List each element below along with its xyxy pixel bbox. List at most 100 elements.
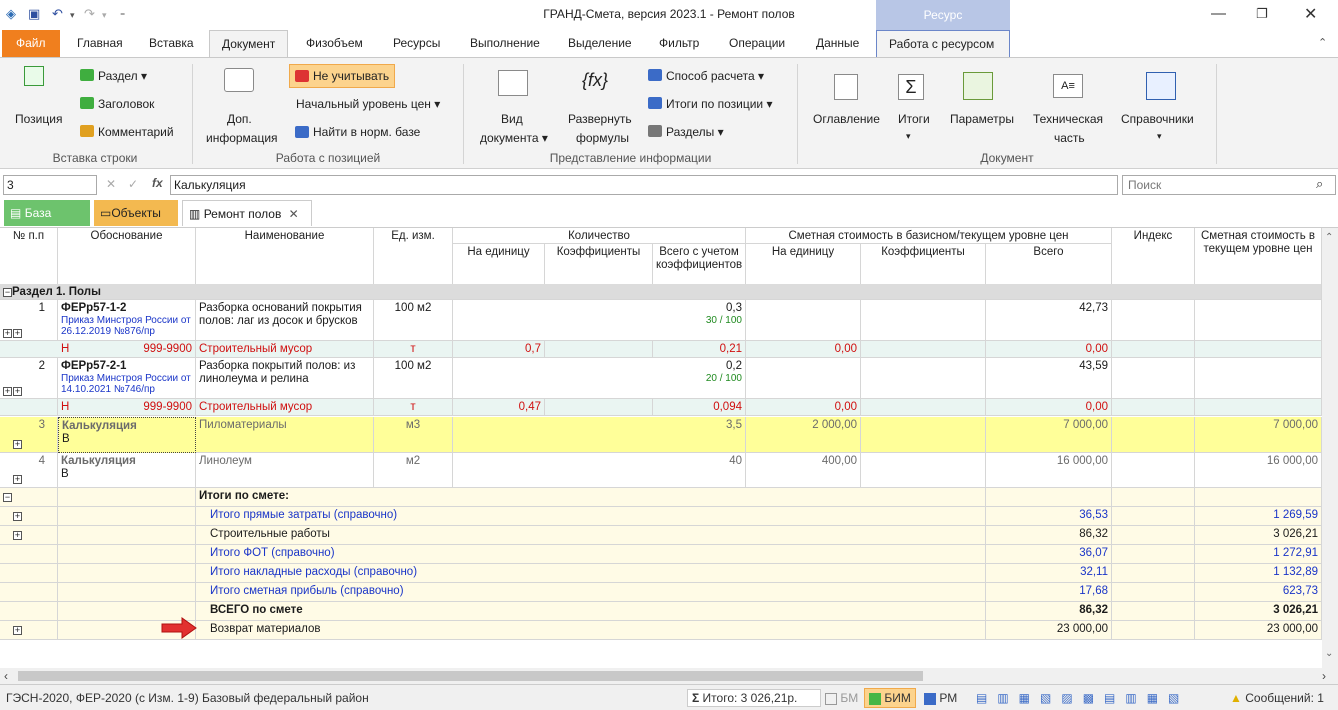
comment-icon [80,125,94,137]
close-icon[interactable]: ✕ [1304,4,1317,24]
scroll-down-icon[interactable]: ⌄ [1325,648,1333,659]
tab-selection[interactable]: Выделение [568,36,632,50]
tab-home[interactable]: Главная [77,36,123,50]
col-header-qty-total[interactable]: Всего с учетом коэффициентов [653,244,746,286]
col-header-index[interactable]: Индекс [1112,228,1195,286]
expand-icon[interactable]: + [13,512,22,521]
cancel-icon[interactable]: ✕ [106,177,116,191]
view-mode-icons[interactable]: ▤▥▦▧▨▩▤▥▦▧ [976,691,1189,705]
minimize-icon[interactable]: — [1211,5,1226,22]
document-view-button-l1[interactable]: Вид [501,112,523,126]
search-input[interactable]: Поиск [1122,175,1336,195]
norm-code: ФЕРр57-2-1 [61,360,127,372]
initial-price-level-button[interactable]: Начальный уровень цен ▾ [296,97,440,111]
empty-cell [58,488,196,507]
tab-physvolume[interactable]: Физобъем [306,36,363,50]
messages[interactable]: ▲ Сообщений: 1 [1230,691,1324,705]
insert-comment-button[interactable]: Комментарий [98,125,174,139]
justification-cell[interactable]: Калькуляция В [58,417,196,453]
tab-operations[interactable]: Операции [729,36,785,50]
section-row[interactable]: Раздел 1. Полы [0,284,1322,300]
scroll-thumb[interactable] [18,671,923,681]
confirm-icon[interactable]: ✓ [128,177,138,191]
expand-icon[interactable]: + [13,440,22,449]
tech-part-button-l1[interactable]: Техническая [1033,112,1103,126]
scroll-left-icon[interactable]: ‹ [4,669,8,683]
expand-icon[interactable]: + [13,387,22,396]
restore-icon[interactable]: ❐ [1256,6,1268,22]
horizontal-scrollbar[interactable]: ‹ › [0,668,1338,684]
ignore-button[interactable]: Не учитывать [313,69,389,83]
col-header-qty-unit[interactable]: На единицу [453,244,545,286]
expand-formulas-button-l1[interactable]: Развернуть [568,112,632,126]
expand-icon[interactable]: + [13,626,22,635]
tab-objects[interactable]: ▭Объекты [94,200,178,226]
totals-button[interactable]: Итоги [898,112,930,126]
col-header-qty-coef[interactable]: Коэффициенты [545,244,653,286]
totals-dropdown-icon[interactable]: ▾ [906,131,911,142]
expand-formulas-button-l2[interactable]: формулы [576,131,629,145]
find-in-base-button[interactable]: Найти в норм. базе [313,125,420,139]
formula-input[interactable]: Калькуляция [170,175,1118,195]
expand-icon[interactable]: + [13,329,22,338]
position-totals-button[interactable]: Итоги по позиции ▾ [666,97,772,111]
tab-execution[interactable]: Выполнение [470,36,540,50]
unit-cell: 100 м2 [374,300,453,341]
calc-sublabel: В [62,433,70,445]
sections-button[interactable]: Разделы ▾ [666,125,724,139]
vertical-scrollbar[interactable]: ⌃ ⌄ [1322,228,1338,668]
tab-current-estimate[interactable]: ▥ Ремонт полов ✕ [182,200,312,226]
tab-filter[interactable]: Фильтр [659,36,699,50]
resource-cost-total-cell: 0,00 [986,341,1112,358]
norm-document: Приказ Минстроя России от 14.10.2021 №74… [61,373,191,395]
col-header-cost-coef[interactable]: Коэффициенты [861,244,986,286]
tab-file[interactable]: Файл [2,30,60,58]
extra-info-button-l2[interactable]: информация [206,131,278,145]
tab-data[interactable]: Данные [816,36,859,50]
collapse-section-icon[interactable]: − [3,288,12,297]
extra-info-button-l1[interactable]: Доп. [227,112,252,126]
col-header-unit[interactable]: Ед. изм. [374,228,453,286]
collapse-icon[interactable]: − [3,493,12,502]
tech-part-button-l2[interactable]: часть [1054,131,1085,145]
contents-button[interactable]: Оглавление [813,112,880,126]
toggle-bm[interactable]: БМ [825,691,858,705]
insert-heading-button[interactable]: Заголовок [98,97,154,111]
insert-section-button[interactable]: Раздел ▾ [98,69,147,83]
col-header-cost-total[interactable]: Всего [986,244,1112,286]
tab-resource-work[interactable]: Работа с ресурсом [876,30,1010,59]
reference-books-button[interactable]: Справочники [1121,112,1194,126]
tab-resources[interactable]: Ресурсы [393,36,440,50]
toggle-rm[interactable]: РМ [924,691,957,705]
reference-books-dropdown-icon[interactable]: ▾ [1157,131,1162,142]
resource-qty-unit-cell: 0,47 [453,399,545,416]
insert-position-button[interactable]: Позиция [15,112,62,126]
tab-document[interactable]: Документ [209,30,289,59]
col-header-current-cost[interactable]: Сметная стоимость в текущем уровне цен [1195,228,1322,286]
scroll-up-icon[interactable]: ⌃ [1325,232,1333,243]
calc-method-button[interactable]: Способ расчета ▾ [666,69,764,83]
scroll-right-icon[interactable]: › [1322,669,1326,683]
document-view-button-l2[interactable]: документа ▾ [480,131,548,145]
tab-base[interactable]: ▤ База [4,200,90,226]
expand-icon[interactable]: + [3,387,12,396]
calc-sublabel: В [61,468,69,480]
col-header-num[interactable]: № п.п [0,228,58,286]
totals-current-value: 23 000,00 [1195,621,1322,640]
expand-icon[interactable]: + [3,329,12,338]
status-total[interactable]: Σ Итого: 3 026,21р. [687,689,821,707]
close-tab-icon[interactable]: ✕ [289,207,299,221]
totals-label: Итого прямые затраты (справочно) [196,507,986,526]
col-header-cost-unit[interactable]: На единицу [746,244,861,286]
tab-insert[interactable]: Вставка [149,36,194,50]
toggle-bim[interactable]: БИМ [864,688,916,708]
col-header-name[interactable]: Наименование [196,228,374,286]
cell-address-field[interactable]: 3 [3,175,97,195]
function-icon[interactable]: fx [152,176,163,190]
parameters-button[interactable]: Параметры [950,112,1014,126]
expand-icon[interactable]: + [13,475,22,484]
search-icon[interactable]: ⌕ [1316,176,1323,192]
collapse-ribbon-icon[interactable]: ⌃ [1318,36,1327,49]
col-header-justification[interactable]: Обоснование [58,228,196,286]
expand-icon[interactable]: + [13,531,22,540]
